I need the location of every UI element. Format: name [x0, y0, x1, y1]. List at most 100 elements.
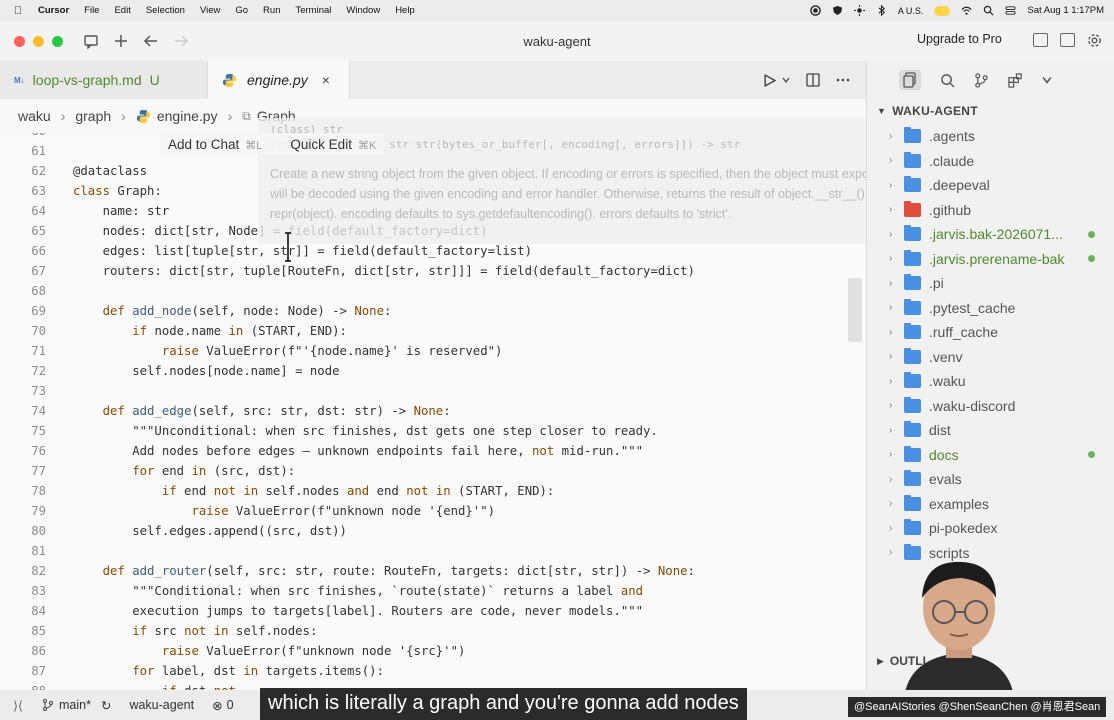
tree-folder-item[interactable]: › docs	[867, 443, 1114, 467]
tree-folder-item[interactable]: › .venv	[867, 345, 1114, 369]
toggle-panel-icon[interactable]	[1033, 33, 1048, 47]
code-line[interactable]: 68	[0, 281, 848, 301]
code-line[interactable]: 87 for label, dst in targets.items():	[0, 661, 848, 681]
menu-go[interactable]: Go	[235, 5, 248, 16]
shield-icon[interactable]	[832, 5, 843, 16]
chevron-right-icon[interactable]: ›	[889, 155, 892, 166]
input-source-label[interactable]: A U.S.	[898, 6, 924, 16]
code-line[interactable]: 86 raise ValueError(f"unknown node '{src…	[0, 641, 848, 661]
chevron-right-icon[interactable]: ›	[889, 376, 892, 387]
tab-engine-py[interactable]: engine.py ×	[208, 61, 350, 99]
problems-count[interactable]: 0	[227, 698, 234, 712]
chevron-right-icon[interactable]: ›	[889, 351, 892, 362]
chevron-right-icon[interactable]: ›	[889, 278, 892, 289]
chevron-right-icon[interactable]: ›	[889, 302, 892, 313]
control-center-icon[interactable]	[1005, 5, 1016, 16]
files-icon[interactable]	[899, 70, 921, 90]
breadcrumb-file[interactable]: engine.py	[157, 108, 218, 124]
upgrade-to-pro-button[interactable]: Upgrade to Pro	[917, 32, 1002, 46]
tree-folder-item[interactable]: › examples	[867, 492, 1114, 516]
code-line[interactable]: 75 """Unconditional: when src finishes, …	[0, 421, 848, 441]
code-line[interactable]: 70 if node.name in (START, END):	[0, 321, 848, 341]
minimize-window-button[interactable]	[33, 35, 44, 47]
tree-folder-item[interactable]: › pi-pokedex	[867, 516, 1114, 540]
back-arrow-icon[interactable]	[143, 33, 159, 49]
tree-folder-item[interactable]: › .deepeval	[867, 173, 1114, 197]
bluetooth-icon[interactable]	[876, 5, 887, 16]
code-line[interactable]: 80 self.edges.append((src, dst))	[0, 521, 848, 541]
apple-icon[interactable]: 	[12, 5, 24, 17]
menu-selection[interactable]: Selection	[146, 5, 185, 16]
chevron-right-icon[interactable]: ›	[889, 523, 892, 534]
code-line[interactable]: 79 raise ValueError(f"unknown node '{end…	[0, 501, 848, 521]
tree-folder-item[interactable]: › .jarvis.bak-2026071...	[867, 222, 1114, 246]
tree-folder-item[interactable]: › .pi	[867, 271, 1114, 295]
chevron-down-icon[interactable]	[782, 76, 790, 84]
tab-loop-vs-graph-md[interactable]: M↓ loop-vs-graph.md U	[0, 61, 208, 99]
chevron-right-icon[interactable]: ›	[889, 327, 892, 338]
code-line[interactable]: 74 def add_edge(self, src: str, dst: str…	[0, 401, 848, 421]
code-line[interactable]: 72 self.nodes[node.name] = node	[0, 361, 848, 381]
breadcrumb-root[interactable]: waku	[18, 108, 51, 124]
plus-icon[interactable]	[113, 33, 129, 49]
menu-view[interactable]: View	[200, 5, 220, 16]
chevron-right-icon[interactable]: ›	[889, 180, 892, 191]
tree-folder-item[interactable]: › .github	[867, 198, 1114, 222]
code-line[interactable]: 84 execution jumps to targets[label]. Ro…	[0, 601, 848, 621]
menu-terminal[interactable]: Terminal	[295, 5, 331, 16]
chevron-right-icon[interactable]: ›	[889, 253, 892, 264]
chat-bubble-icon[interactable]	[83, 33, 99, 49]
extensions-icon[interactable]	[1008, 72, 1023, 88]
tree-folder-item[interactable]: › .ruff_cache	[867, 320, 1114, 344]
tree-folder-item[interactable]: › .jarvis.prerename-bak	[867, 247, 1114, 271]
battery-pill-icon[interactable]	[934, 5, 951, 16]
chevron-right-icon[interactable]: ›	[889, 425, 892, 436]
chevron-right-icon[interactable]: ›	[889, 229, 892, 240]
sync-icon[interactable]: ↻	[101, 698, 111, 713]
git-branch-label[interactable]: main*	[59, 698, 91, 712]
code-line[interactable]: 67 routers: dict[str, tuple[RouteFn, dic…	[0, 261, 848, 281]
source-control-icon[interactable]	[974, 72, 989, 88]
tree-folder-item[interactable]: › .claude	[867, 149, 1114, 173]
menu-app-name[interactable]: Cursor	[38, 5, 69, 16]
add-to-chat-button[interactable]: Add to Chat ⌘L	[160, 137, 270, 152]
split-editor-icon[interactable]	[806, 73, 820, 87]
tree-folder-item[interactable]: › .waku-discord	[867, 394, 1114, 418]
spotlight-search-icon[interactable]	[983, 5, 994, 16]
tree-folder-item[interactable]: › .agents	[867, 124, 1114, 148]
tree-folder-item[interactable]: › evals	[867, 467, 1114, 491]
menubar-datetime[interactable]: Sat Aug 1 1:17PM	[1027, 5, 1104, 16]
settings-gear-icon[interactable]	[1087, 33, 1102, 48]
search-icon[interactable]	[940, 73, 955, 88]
chevron-right-icon[interactable]: ›	[889, 131, 892, 142]
record-icon[interactable]	[810, 5, 821, 16]
more-actions-icon[interactable]	[836, 73, 850, 87]
toggle-sidebar-icon[interactable]	[1060, 33, 1075, 47]
chevron-right-icon[interactable]: ›	[889, 498, 892, 509]
tree-folder-item[interactable]: › .waku	[867, 369, 1114, 393]
problems-error-icon[interactable]: ⊗	[212, 698, 222, 713]
tree-folder-item[interactable]: › dist	[867, 418, 1114, 442]
code-line[interactable]: 73	[0, 381, 848, 401]
code-line[interactable]: 76 Add nodes before edges — unknown endp…	[0, 441, 848, 461]
close-window-button[interactable]	[14, 35, 25, 47]
code-line[interactable]: 77 for end in (src, dst):	[0, 461, 848, 481]
menu-run[interactable]: Run	[263, 5, 280, 16]
explorer-header[interactable]: ▼ WAKU-AGENT	[867, 99, 1114, 123]
brightness-icon[interactable]	[853, 5, 865, 16]
quick-edit-button[interactable]: Quick Edit ⌘K	[282, 137, 384, 152]
code-line[interactable]: 82 def add_router(self, src: str, route:…	[0, 561, 848, 581]
code-line[interactable]: 69 def add_node(self, node: Node) -> Non…	[0, 301, 848, 321]
remote-icon[interactable]: ⟩⟨	[0, 690, 36, 720]
run-play-icon[interactable]	[763, 73, 776, 87]
zoom-window-button[interactable]	[52, 35, 63, 47]
wifi-icon[interactable]	[961, 5, 972, 16]
chevron-right-icon[interactable]: ›	[889, 474, 892, 485]
chevron-right-icon[interactable]: ›	[889, 400, 892, 411]
chevron-down-icon[interactable]	[1042, 75, 1052, 85]
menu-window[interactable]: Window	[346, 5, 380, 16]
code-line[interactable]: 85 if src not in self.nodes:	[0, 621, 848, 641]
chevron-right-icon[interactable]: ›	[889, 449, 892, 460]
code-line[interactable]: 81	[0, 541, 848, 561]
close-tab-icon[interactable]: ×	[322, 72, 330, 88]
